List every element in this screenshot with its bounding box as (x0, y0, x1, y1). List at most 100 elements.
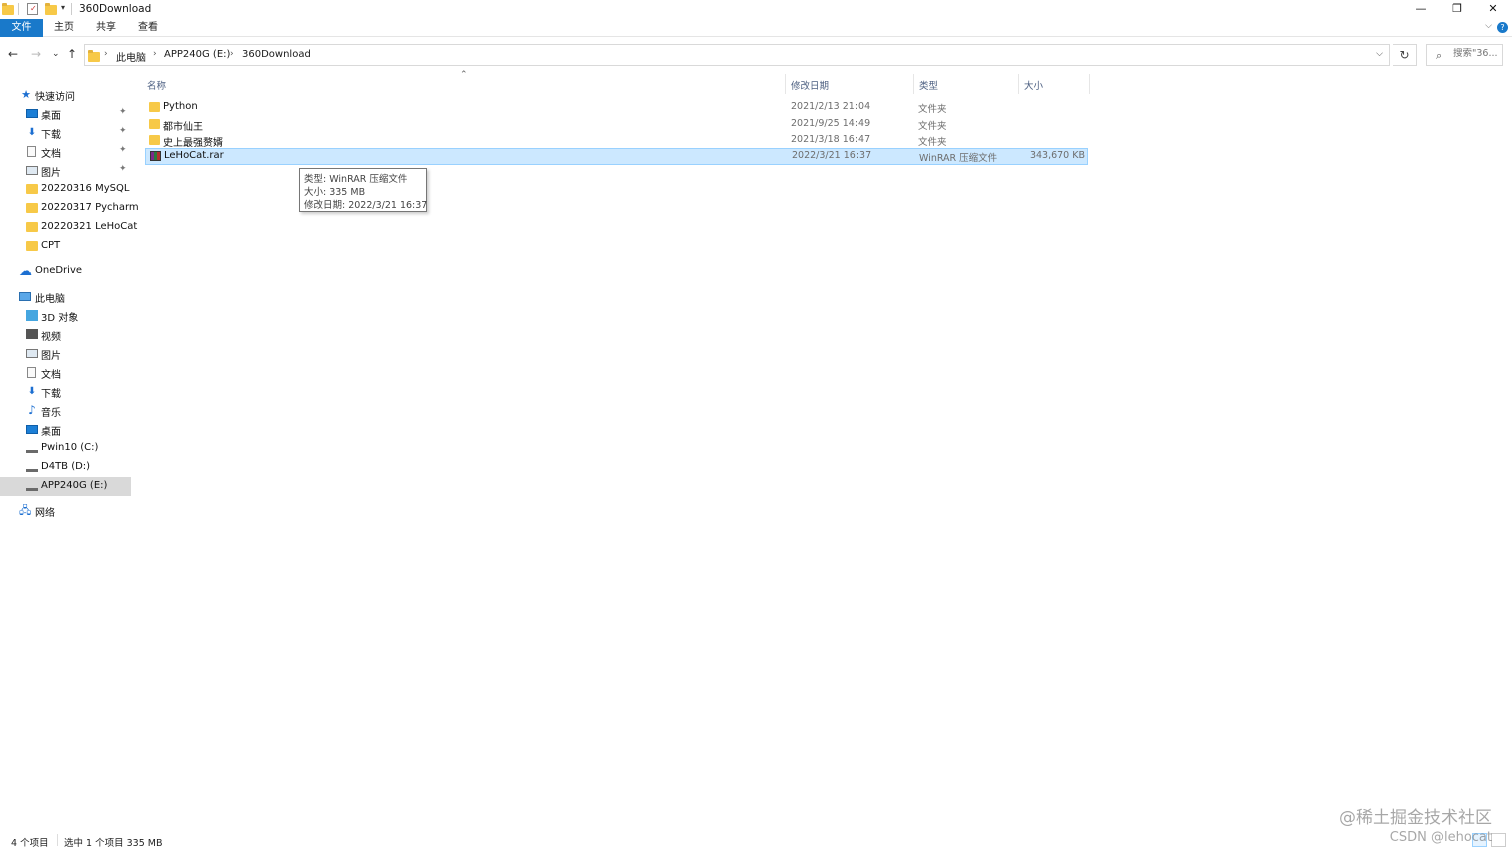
sidebar-item-downloads[interactable]: ⬇ 下载 ✦ (0, 123, 131, 142)
sidebar-item-pictures[interactable]: 图片 (0, 344, 131, 363)
sidebar-item-3d-objects[interactable]: 3D 对象 (0, 306, 131, 325)
restore-button[interactable]: ❐ (1439, 0, 1475, 18)
sidebar-item-label: 文档 (41, 370, 61, 381)
back-button[interactable]: ← (8, 47, 18, 61)
file-name: Python (163, 101, 198, 112)
column-header-type[interactable]: 类型 (919, 78, 938, 92)
sidebar-item-music[interactable]: ♪ 音乐 (0, 401, 131, 420)
file-row[interactable]: Python 2021/2/13 21:04 文件夹 (145, 99, 1088, 116)
breadcrumb-separator[interactable]: › (153, 49, 157, 59)
help-icon[interactable]: ? (1497, 22, 1508, 33)
sidebar-item-label: 网络 (35, 508, 55, 519)
sidebar-item-folder[interactable]: 20220317 Pycharm (0, 199, 139, 218)
tooltip-type: 类型: WinRAR 压缩文件 (304, 174, 408, 185)
sidebar-item-documents[interactable]: 文档 ✦ (0, 142, 131, 161)
sidebar-item-network[interactable]: 🖧 网络 (0, 501, 131, 520)
folder-icon (26, 222, 38, 232)
sidebar-item-label: 下载 (41, 130, 61, 141)
file-date: 2021/3/18 16:47 (791, 134, 871, 145)
refresh-button[interactable]: ↻ (1393, 44, 1417, 66)
drive-icon (26, 465, 38, 472)
sidebar-item-pictures[interactable]: 图片 ✦ (0, 161, 131, 180)
sidebar-item-drive-c[interactable]: Pwin10 (C:) (0, 439, 131, 458)
recent-locations-button[interactable]: ⌄ (52, 47, 60, 61)
tab-home[interactable]: 主页 (47, 19, 81, 37)
column-divider[interactable] (913, 74, 914, 94)
sidebar-item-label: CPT (41, 240, 61, 251)
sidebar-item-label: 20220321 LeHoCat (41, 221, 138, 232)
navigation-bar: ← → ⌄ ↑ › 此电脑 › APP240G (E:) › 360Downlo… (0, 42, 1512, 68)
pictures-icon (26, 349, 38, 358)
sidebar-item-label: 文档 (41, 149, 61, 160)
large-icons-view-icon[interactable] (1491, 833, 1506, 847)
sidebar-item-label: D4TB (D:) (41, 461, 91, 472)
sidebar-item-folder[interactable]: 20220321 LeHoCat (0, 218, 137, 237)
divider (57, 834, 58, 846)
column-divider[interactable] (1018, 74, 1019, 94)
network-icon: 🖧 (19, 504, 32, 517)
sidebar-item-downloads[interactable]: ⬇ 下载 (0, 382, 131, 401)
file-type: 文件夹 (918, 137, 947, 148)
search-box[interactable]: ⌕ (1426, 44, 1503, 66)
breadcrumb-this-pc[interactable]: 此电脑 (116, 49, 146, 64)
folder-icon (26, 241, 38, 251)
divider (71, 3, 72, 15)
sidebar-item-folder[interactable]: CPT (0, 237, 131, 256)
up-button[interactable]: ↑ (67, 47, 77, 61)
tab-file[interactable]: 文件 (0, 19, 43, 37)
file-type: WinRAR 压缩文件 (919, 153, 998, 164)
sidebar-item-videos[interactable]: 视频 (0, 325, 131, 344)
sidebar-item-label: 20220317 Pycharm (41, 202, 139, 213)
tooltip-size: 大小: 335 MB (304, 187, 366, 198)
sidebar-item-drive-d[interactable]: D4TB (D:) (0, 458, 131, 477)
sidebar-item-label: 此电脑 (35, 294, 65, 305)
breadcrumb-current-folder[interactable]: 360Download (242, 49, 311, 60)
tab-view[interactable]: 查看 (131, 19, 165, 37)
forward-button[interactable]: → (31, 47, 41, 61)
sidebar-item-documents[interactable]: 文档 (0, 363, 131, 382)
sidebar-item-drive-e[interactable]: APP240G (E:) (0, 477, 131, 496)
file-row[interactable]: 都市仙王 2021/9/25 14:49 文件夹 (145, 116, 1088, 133)
breadcrumb-drive[interactable]: APP240G (E:) (164, 49, 230, 60)
column-divider[interactable] (785, 74, 786, 94)
winrar-archive-icon (150, 151, 161, 161)
sidebar-item-label: 3D 对象 (41, 313, 79, 324)
breadcrumb-separator[interactable]: › (104, 49, 108, 59)
expand-ribbon-icon[interactable]: ⌵ (1485, 21, 1492, 31)
file-name: 史上最强赘婿 (163, 138, 223, 149)
computer-icon (19, 292, 31, 301)
column-header-name[interactable]: 名称 (147, 78, 166, 92)
folder-icon (149, 102, 160, 112)
file-row[interactable]: 史上最强赘婿 2021/3/18 16:47 文件夹 (145, 132, 1088, 149)
search-input[interactable] (1453, 48, 1501, 59)
address-dropdown-icon[interactable]: ⌵ (1376, 49, 1383, 59)
video-icon (26, 329, 38, 339)
download-icon: ⬇ (27, 386, 37, 397)
properties-icon[interactable]: ✓ (27, 3, 38, 15)
sidebar-item-label: 图片 (41, 168, 61, 179)
column-header-size[interactable]: 大小 (1024, 78, 1043, 92)
sidebar-item-quick-access[interactable]: ★ 快速访问 (0, 85, 131, 104)
sidebar-item-desktop[interactable]: 桌面 (0, 420, 131, 439)
sidebar-item-folder[interactable]: 20220316 MySQL (0, 180, 131, 199)
sidebar-item-this-pc[interactable]: 此电脑 (0, 287, 131, 306)
tab-share[interactable]: 共享 (89, 19, 123, 37)
customize-quick-access-icon[interactable]: ▾ (61, 3, 65, 12)
tooltip-date: 修改日期: 2022/3/21 16:37 (304, 200, 428, 211)
sidebar-item-desktop[interactable]: 桌面 ✦ (0, 104, 131, 123)
column-divider[interactable] (1089, 74, 1090, 94)
close-button[interactable]: ✕ (1475, 0, 1511, 18)
sidebar-item-label: 桌面 (41, 427, 61, 438)
breadcrumb-separator[interactable]: › (230, 49, 234, 59)
minimize-button[interactable]: — (1403, 0, 1439, 18)
address-bar[interactable]: › 此电脑 › APP240G (E:) › 360Download ⌵ (84, 44, 1390, 66)
file-row-selected[interactable]: LeHoCat.rar 2022/3/21 16:37 WinRAR 压缩文件 … (145, 148, 1088, 165)
column-header-date-modified[interactable]: 修改日期 (791, 78, 829, 92)
file-date: 2021/9/25 14:49 (791, 118, 871, 129)
sidebar-item-onedrive[interactable]: ☁ OneDrive (0, 262, 131, 281)
search-icon: ⌕ (1436, 49, 1443, 62)
file-name: LeHoCat.rar (164, 150, 224, 161)
pin-icon: ✦ (119, 164, 127, 174)
new-folder-icon[interactable] (45, 3, 57, 15)
sidebar-item-label: 下载 (41, 389, 61, 400)
